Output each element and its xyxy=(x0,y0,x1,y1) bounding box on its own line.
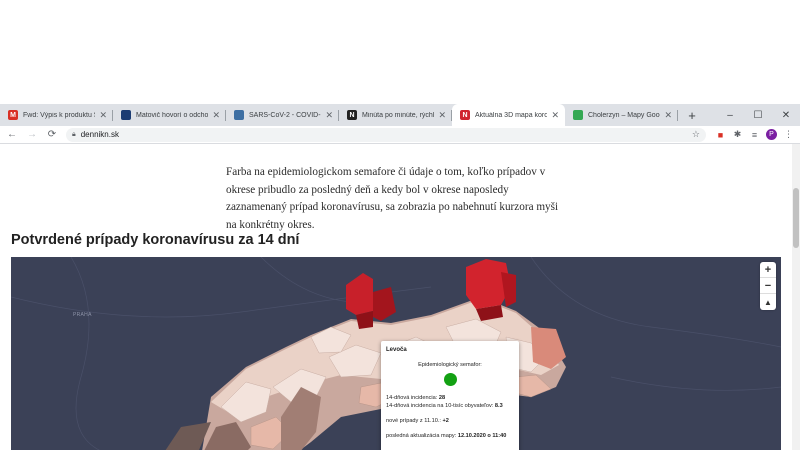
map-controls: + − ▲ xyxy=(760,262,776,310)
extension-red-icon[interactable]: ■ xyxy=(712,127,729,143)
browser-tab[interactable]: Cholerzyn – Mapy Google ✕ xyxy=(565,104,678,126)
extensions-puzzle-icon[interactable]: ✱ xyxy=(729,127,746,143)
maximize-button[interactable]: ☐ xyxy=(744,104,772,126)
minimize-button[interactable]: – xyxy=(716,104,744,126)
tab-title: Aktuálna 3D mapa koronav xyxy=(475,111,548,119)
tab-title: SARS-CoV-2 - COVID-19 - ko xyxy=(249,111,321,119)
back-icon[interactable]: ← xyxy=(4,127,20,143)
tab-title: Minúta po minúte, rýchle sp xyxy=(362,111,434,119)
tab-close-icon[interactable]: ✕ xyxy=(551,110,559,121)
lock-icon[interactable]: 🔒︎ xyxy=(72,131,76,139)
dennikn-red-icon: N xyxy=(460,110,470,120)
bookmark-star-icon[interactable]: ☆ xyxy=(692,129,700,140)
tab-close-icon[interactable]: ✕ xyxy=(99,110,107,121)
reset-north-icon[interactable]: ▲ xyxy=(760,294,776,310)
section-heading: Potvrdené prípady koronavírusu za 14 dní xyxy=(11,232,300,248)
map-label-praha: PRAHA xyxy=(73,312,92,318)
browser-tab[interactable]: SARS-CoV-2 - COVID-19 - ko ✕ xyxy=(226,104,339,126)
tab-close-icon[interactable]: ✕ xyxy=(664,110,672,121)
page-content: · · · · Farba na epidemiologickom semafo… xyxy=(0,144,792,450)
url-text: dennikn.sk xyxy=(80,130,119,139)
window-controls: – ☐ ✕ xyxy=(716,104,800,126)
popup-updated: posledná aktualizácia mapy: 12.10.2020 o… xyxy=(386,433,507,439)
covid-3d-map[interactable]: PRAHA + − ▲ Levoča Epidemiologický semaf… xyxy=(11,257,781,450)
news-icon xyxy=(121,110,131,120)
page-scrollbar[interactable] xyxy=(792,144,800,450)
article-paragraph: Farba na epidemiologickom semafore či úd… xyxy=(226,166,559,231)
tab-title: Matovič hovorí o odchode S xyxy=(136,111,209,119)
browser-toolbar: ← → ⟳ 🔒︎ dennikn.sk ☆ ■ ✱ ≡ P ⋮ xyxy=(0,126,800,144)
popup-incidence-per: 14-dňová incidencia na 10-tisíc obyvateľ… xyxy=(386,403,503,409)
popup-new-cases: nové prípady z 11.10.: +2 xyxy=(386,418,449,424)
cut-off-text: · · · · xyxy=(226,144,249,150)
new-tab-button[interactable]: + xyxy=(682,104,702,126)
zoom-out-button[interactable]: − xyxy=(760,278,776,294)
dennikn-icon: N xyxy=(347,110,357,120)
tab-close-icon[interactable]: ✕ xyxy=(212,110,220,121)
reading-list-icon[interactable]: ≡ xyxy=(746,127,763,143)
zoom-in-button[interactable]: + xyxy=(760,262,776,278)
blank-area xyxy=(0,0,800,104)
browser-tab[interactable]: Matovič hovorí o odchode S✕ xyxy=(113,104,226,126)
address-bar[interactable]: 🔒︎ dennikn.sk ☆ xyxy=(66,127,706,142)
semaphore-dot-icon xyxy=(443,373,457,386)
close-window-button[interactable]: ✕ xyxy=(772,104,800,126)
tab-title: Cholerzyn – Mapy Google xyxy=(588,111,660,119)
scrollbar-thumb[interactable] xyxy=(793,188,799,248)
reload-icon[interactable]: ⟳ xyxy=(44,127,60,143)
popup-district-name: Levoča xyxy=(386,347,407,353)
popup-semaphore-label: Epidemiologický semafor: xyxy=(418,362,482,368)
tab-close-icon[interactable]: ✕ xyxy=(438,110,446,121)
maps-icon xyxy=(573,110,583,120)
popup-incidence: 14-dňová incidencia: 28 xyxy=(386,395,446,401)
menu-kebab-icon[interactable]: ⋮ xyxy=(780,127,797,143)
browser-tab[interactable]: N Minúta po minúte, rýchle sp ✕ xyxy=(339,104,452,126)
district-popup: Levoča Epidemiologický semafor: 14-dňová… xyxy=(381,341,519,450)
browser-tab[interactable]: N Aktuálna 3D mapa koronav✕ xyxy=(452,104,565,126)
tab-title: Fwd: Výpis k produktu SK33 xyxy=(23,111,95,119)
browser-tab[interactable]: M Fwd: Výpis k produktu SK33 ✕ xyxy=(0,104,113,126)
gmail-icon: M xyxy=(8,110,18,120)
forward-icon[interactable]: → xyxy=(24,127,40,143)
profile-avatar[interactable]: P xyxy=(766,129,777,140)
document-icon xyxy=(234,110,244,120)
tab-strip: MFwd: Výpis k produktu SK33✕Matovič hovo… xyxy=(0,104,800,126)
tab-close-icon[interactable]: ✕ xyxy=(325,110,333,121)
